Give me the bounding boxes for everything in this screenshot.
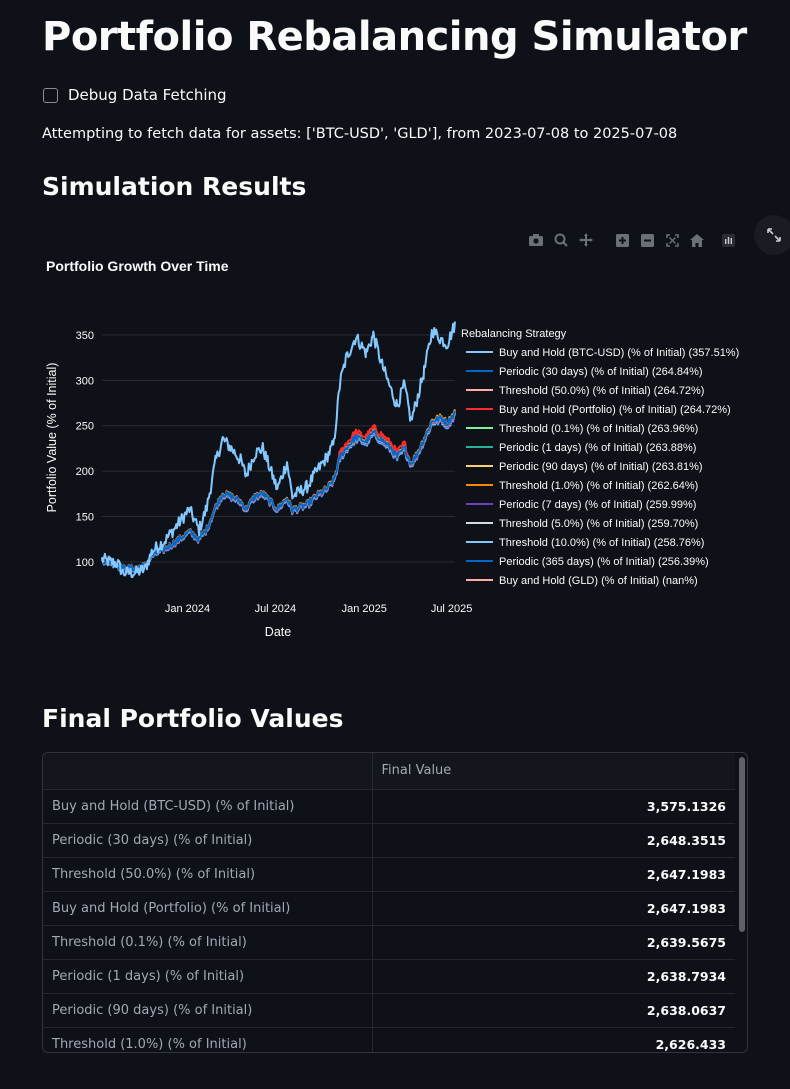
index-column-header[interactable] (43, 753, 373, 790)
row-label[interactable]: Threshold (1.0%) (% of Initial) (43, 1027, 373, 1052)
row-label[interactable]: Periodic (1 days) (% of Initial) (43, 959, 373, 994)
legend-entry: Buy and Hold (GLD) (% of Initial) (nan%) (499, 575, 698, 587)
x-tick-label: Jul 2025 (431, 603, 473, 615)
x-tick-label: Jan 2024 (165, 603, 210, 615)
debug-checkbox-row[interactable]: Debug Data Fetching (43, 86, 227, 104)
legend-entry: Periodic (90 days) (% of Initial) (263.8… (499, 461, 703, 473)
final-value-column-header[interactable]: Final Value (372, 753, 735, 790)
y-tick-label: 100 (76, 557, 94, 569)
camera-icon[interactable] (525, 231, 547, 249)
x-tick-label: Jul 2024 (255, 603, 297, 615)
legend-entry: Threshold (5.0%) (% of Initial) (259.70%… (499, 518, 698, 530)
table-row[interactable]: Threshold (50.0%) (% of Initial) 2,647.19… (43, 857, 735, 892)
legend-entry: Threshold (10.0%) (% of Initial) (258.76… (499, 537, 704, 549)
y-tick-label: 150 (76, 511, 94, 523)
y-tick-label: 350 (76, 330, 94, 342)
final-portfolio-values-heading: Final Portfolio Values (42, 704, 344, 733)
legend-entry: Periodic (7 days) (% of Initial) (259.99… (499, 499, 696, 511)
x-tick-label: Jan 2025 (342, 603, 387, 615)
plotly-logo-icon[interactable] (717, 231, 739, 249)
legend-entry: Periodic (1 days) (% of Initial) (263.88… (499, 442, 696, 454)
row-label[interactable]: Threshold (0.1%) (% of Initial) (43, 925, 373, 960)
y-tick-label: 200 (76, 466, 94, 478)
table-row[interactable]: Periodic (90 days) (% of Initial) 2,638.0… (43, 993, 735, 1028)
table-row[interactable]: Threshold (1.0%) (% of Initial) 2,626.433 (43, 1027, 735, 1052)
y-tick-label: 300 (76, 375, 94, 387)
legend-entry: Threshold (1.0%) (% of Initial) (262.64%… (499, 480, 698, 492)
portfolio-growth-chart[interactable]: Portfolio Growth Over Time 100 150 200 250 30… (0, 250, 760, 660)
row-final-value[interactable]: 2,626.433 (372, 1027, 735, 1052)
simulation-results-heading: Simulation Results (42, 172, 307, 201)
expand-icon (767, 228, 781, 242)
pan-icon[interactable] (575, 231, 597, 249)
legend-entry: Periodic (30 days) (% of Initial) (264.8… (499, 366, 703, 378)
row-label[interactable]: Buy and Hold (BTC-USD) (% of Initial) (43, 789, 373, 824)
y-tick-label: 250 (76, 421, 94, 433)
table-scrollbar[interactable] (739, 757, 745, 932)
x-axis-label: Date (265, 625, 291, 639)
chart-modebar (525, 231, 742, 249)
row-final-value[interactable]: 2,638.7934 (372, 959, 735, 994)
y-axis-label: Portfolio Value (% of Initial) (45, 363, 59, 513)
reset-axes-icon[interactable] (686, 231, 708, 249)
legend-title: Rebalancing Strategy (461, 328, 567, 340)
debug-checkbox[interactable] (43, 87, 58, 103)
row-final-value[interactable]: 2,647.1983 (372, 857, 735, 892)
final-values-table[interactable]: Final Value Buy and Hold (BTC-USD) (% of… (42, 752, 748, 1053)
table-row[interactable]: Threshold (0.1%) (% of Initial) 2,639.567… (43, 925, 735, 960)
zoom-icon[interactable] (550, 231, 572, 249)
legend-entry: Threshold (50.0%) (% of Initial) (264.72… (499, 385, 704, 397)
row-label[interactable]: Periodic (30 days) (% of Initial) (43, 823, 373, 858)
chart-title: Portfolio Growth Over Time (46, 258, 229, 274)
row-final-value[interactable]: 3,575.1326 (372, 789, 735, 824)
table-row[interactable]: Periodic (30 days) (% of Initial) 2,648.3… (43, 823, 735, 858)
legend-entry: Periodic (365 days) (% of Initial) (256.… (499, 556, 709, 568)
row-label[interactable]: Threshold (50.0%) (% of Initial) (43, 857, 373, 892)
page-title: Portfolio Rebalancing Simulator (42, 14, 747, 60)
legend-entry: Threshold (0.1%) (% of Initial) (263.96%… (499, 423, 698, 435)
legend-entry: Buy and Hold (Portfolio) (% of Initial) … (499, 404, 731, 416)
row-label[interactable]: Buy and Hold (Portfolio) (% of Initial) (43, 891, 373, 926)
table-row[interactable]: Periodic (1 days) (% of Initial) 2,638.79… (43, 959, 735, 994)
zoom-in-icon[interactable] (611, 231, 633, 249)
autoscale-icon[interactable] (661, 231, 683, 249)
row-final-value[interactable]: 2,638.0637 (372, 993, 735, 1028)
row-final-value[interactable]: 2,647.1983 (372, 891, 735, 926)
row-final-value[interactable]: 2,648.3515 (372, 823, 735, 858)
row-label[interactable]: Periodic (90 days) (% of Initial) (43, 993, 373, 1028)
fetch-status-message: Attempting to fetch data for assets: ['B… (42, 126, 678, 142)
table-row[interactable]: Buy and Hold (Portfolio) (% of Initial) 2… (43, 891, 735, 926)
zoom-out-icon[interactable] (636, 231, 658, 249)
table-row[interactable]: Buy and Hold (BTC-USD) (% of Initial) 3,5… (43, 789, 735, 824)
table-header-row: Final Value (43, 753, 735, 790)
legend-entry: Buy and Hold (BTC-USD) (% of Initial) (3… (499, 347, 739, 359)
row-final-value[interactable]: 2,639.5675 (372, 925, 735, 960)
debug-checkbox-label: Debug Data Fetching (68, 86, 227, 104)
fullscreen-expand-button[interactable] (754, 215, 790, 255)
